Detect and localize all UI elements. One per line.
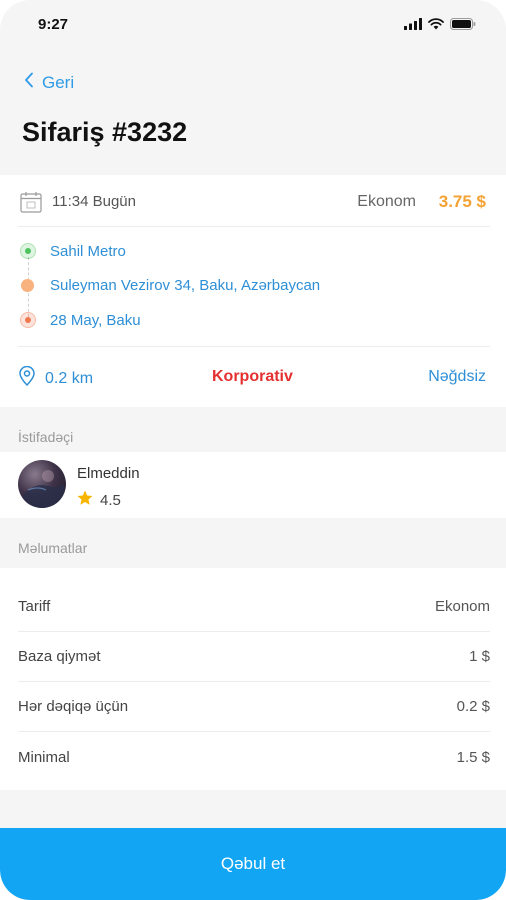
user-name: Elmeddin [77, 465, 140, 482]
info-label: Baza qiymət [18, 648, 101, 665]
status-bar: 9:27 [0, 0, 506, 50]
order-time: 11:34 Bugün [52, 193, 136, 210]
status-icons [404, 17, 476, 35]
back-button[interactable]: Geri [24, 72, 74, 93]
order-meta: 0.2 km Korporativ Nəğdsiz [18, 346, 490, 406]
route-stop-label: Suleyman Vezirov 34, Baku, Azərbaycan [50, 276, 321, 294]
status-time: 9:27 [38, 16, 69, 33]
back-label: Geri [42, 72, 75, 92]
chevron-left-icon [24, 72, 34, 93]
user-section-header: İstifadəçi [18, 429, 74, 445]
info-row-base-price: Baza qiymət 1 $ [18, 632, 490, 682]
info-row-per-minute: Hər dəqiqə üçün 0.2 $ [18, 682, 490, 732]
order-summary: 11:34 Bugün Ekonom 3.75 $ [18, 175, 490, 227]
pickup-dot-icon [20, 243, 36, 259]
wifi-icon [428, 17, 444, 35]
stop-dot-icon [21, 278, 34, 292]
rating-value: 4.5 [100, 491, 121, 509]
route-destination-label: 28 May, Baku [50, 311, 141, 329]
avatar [18, 460, 66, 508]
info-row-tariff: Tariff Ekonom [18, 582, 490, 632]
info-row-minimal: Minimal 1.5 $ [18, 732, 490, 782]
route-pickup-label: Sahil Metro [50, 242, 126, 260]
info-label: Hər dəqiqə üçün [18, 698, 129, 715]
order-details-screen: 9:27 Geri Sifariş #3232 11:34 Bugün Ekon… [0, 0, 506, 900]
info-section-header: Məlumatlar [18, 540, 88, 556]
info-label: Tariff [18, 598, 51, 615]
info-label: Minimal [18, 748, 70, 766]
accept-button[interactable]: Qəbul et [0, 828, 506, 900]
route-destination: 28 May, Baku [20, 309, 486, 331]
order-class: Ekonom [357, 193, 416, 210]
info-value: Ekonom [434, 598, 490, 615]
user-card[interactable]: Elmeddin 4.5 [0, 452, 506, 518]
info-value: 1.5 $ [456, 748, 490, 766]
info-value: 0.2 $ [456, 698, 490, 715]
order-price: 3.75 $ [438, 192, 486, 211]
distance: 0.2 km [18, 365, 94, 391]
corporate-badge: Korporativ [212, 368, 293, 385]
order-card: 11:34 Bugün Ekonom 3.75 $ Sahil Metro Su… [0, 175, 506, 407]
calendar-icon [20, 191, 42, 218]
signal-icon [404, 17, 422, 35]
battery-icon [450, 17, 476, 35]
distance-value: 0.2 km [45, 369, 94, 387]
page-title: Sifariş #3232 [22, 117, 188, 147]
user-rating: 4.5 [76, 489, 121, 511]
info-card: Tariff Ekonom Baza qiymət 1 $ Hər dəqiqə… [0, 568, 506, 790]
route-stop: Suleyman Vezirov 34, Baku, Azərbaycan [20, 274, 486, 296]
destination-dot-icon [20, 312, 36, 328]
info-value: 1 $ [469, 648, 490, 665]
star-icon [76, 489, 94, 511]
route-pickup: Sahil Metro [20, 240, 486, 262]
location-pin-icon [18, 365, 36, 391]
payment-method: Nəğdsiz [428, 368, 486, 385]
